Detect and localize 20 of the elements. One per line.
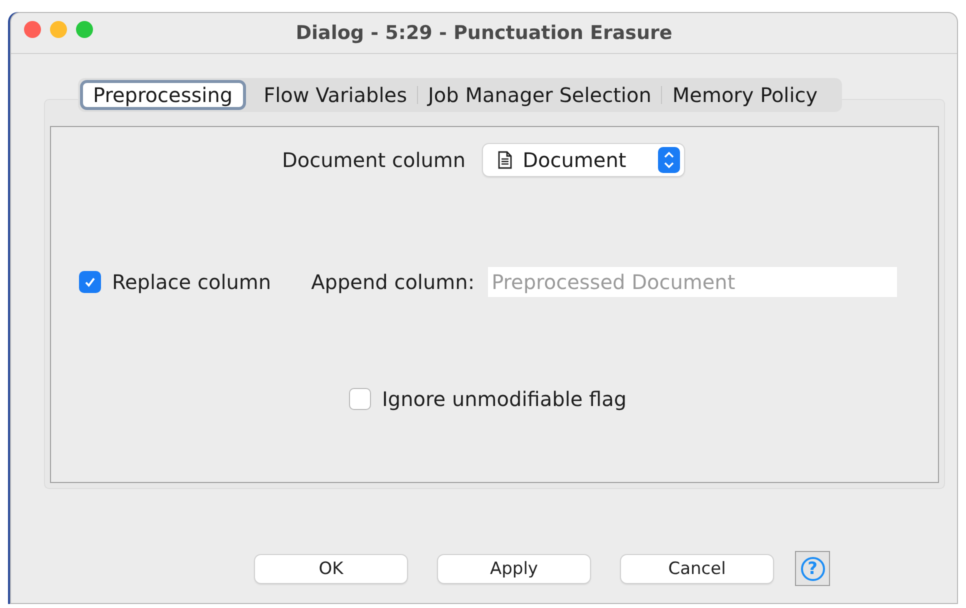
stepper-icon	[658, 147, 680, 173]
ignore-flag-checkbox[interactable]: Ignore unmodifiable flag	[349, 387, 627, 411]
zoom-button[interactable]	[76, 21, 93, 38]
minimize-button[interactable]	[50, 21, 67, 38]
dialog-button[interactable]: Cancel	[621, 554, 773, 582]
tab[interactable]: Job Manager Selection	[418, 80, 662, 110]
document-icon	[496, 151, 513, 169]
field-label: Append column:	[311, 270, 475, 294]
window-title: Dialog - 5:29 - Punctuation Erasure	[296, 22, 672, 44]
tab[interactable]: Preprocessing	[80, 80, 246, 110]
tab[interactable]: Flow Variables	[254, 80, 418, 110]
dialog-button[interactable]: Apply	[438, 554, 590, 582]
close-button[interactable]	[24, 21, 41, 38]
field-label: Document column	[282, 148, 466, 172]
append-column-field[interactable]: Preprocessed Document	[488, 267, 897, 297]
dialog-button[interactable]: OK	[255, 554, 407, 582]
column-dropdown[interactable]: Document	[482, 144, 684, 176]
tab[interactable]: Memory Policy	[662, 80, 828, 110]
checkmark-icon	[83, 275, 97, 289]
replace-column-checkbox[interactable]: Replace column	[79, 270, 272, 294]
